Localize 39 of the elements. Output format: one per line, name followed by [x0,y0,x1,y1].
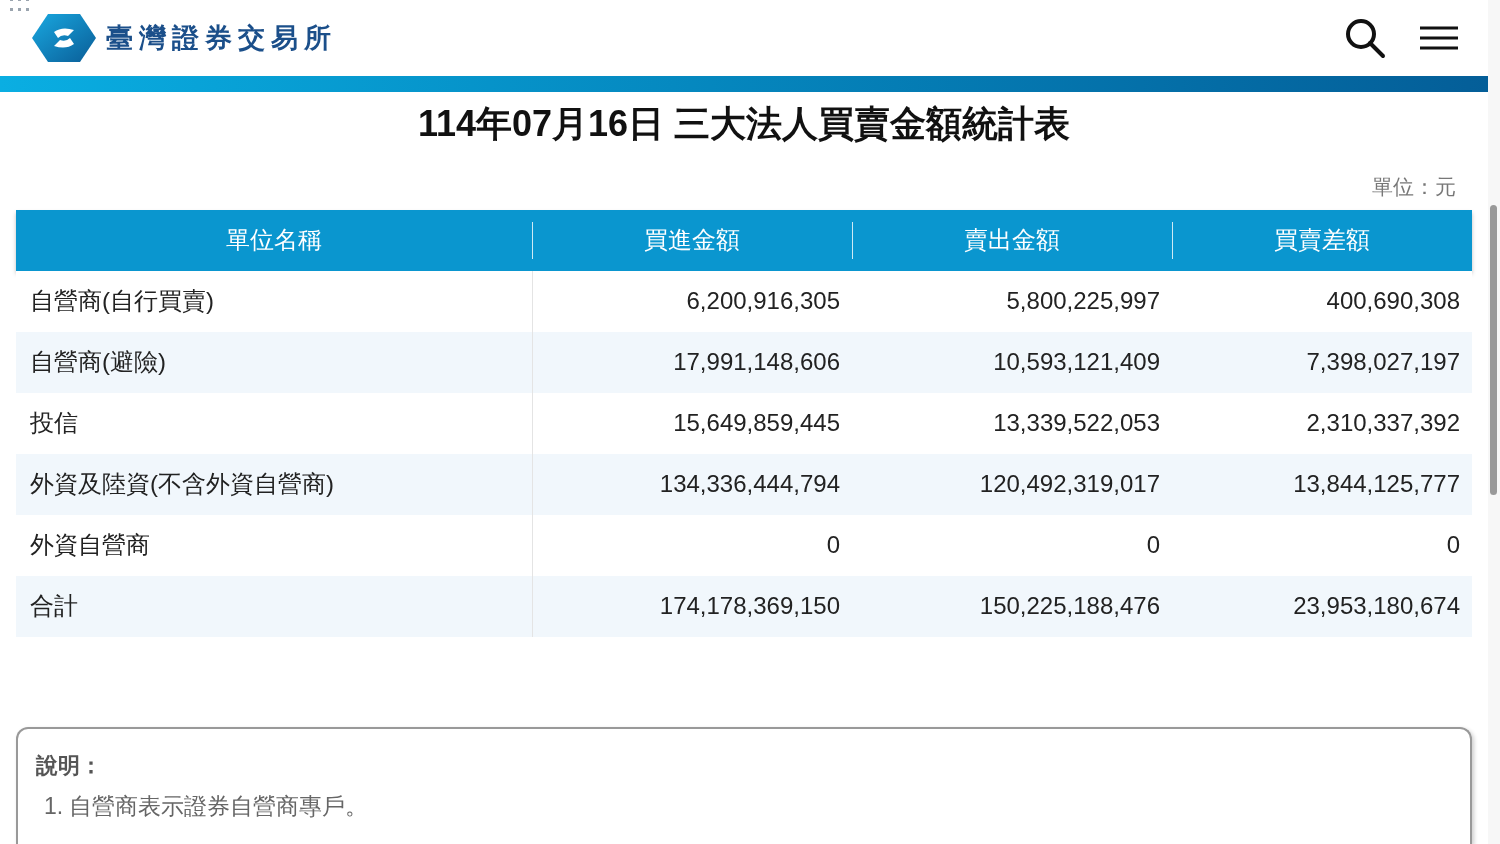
table-cell: 174,178,369,150 [532,575,852,637]
table-cell: 7,398,027,197 [1172,331,1472,393]
column-header: 單位名稱 [16,209,532,271]
table-cell: 120,492,319,017 [852,453,1172,515]
note-text: 自營商表示證券自營商專戶。 [69,791,369,821]
notes-title: 說明： [36,751,103,780]
table-cell: 0 [1172,514,1472,576]
table-cell: 外資自營商 [16,514,532,576]
scrollbar[interactable] [1488,0,1500,844]
page-title: 114年07月16日 三大法人買賣金額統計表 [416,101,1072,146]
table-cell: 15,649,859,445 [532,392,852,454]
logo-icon [32,13,96,62]
dots-icon [10,0,32,12]
table-cell: 外資及陸資(不含外資自營商) [16,453,532,515]
table-cell: 合計 [16,575,532,637]
table-cell: 2,310,337,392 [1172,392,1472,454]
column-header: 買賣差額 [1172,209,1472,271]
table-cell: 0 [532,514,852,576]
table-cell: 10,593,121,409 [852,331,1172,393]
table-cell: 13,339,522,053 [852,392,1172,454]
brand-name: 臺灣證券交易所 [106,21,337,55]
column-header: 買進金額 [532,209,852,271]
table-cell: 150,225,188,476 [852,575,1172,637]
table-cell: 投信 [16,392,532,454]
table-cell: 0 [852,514,1172,576]
table-cell: 13,844,125,777 [1172,453,1472,515]
table-cell: 6,200,916,305 [532,270,852,332]
note-number: 1. [44,791,64,821]
column-header: 賣出金額 [852,209,1172,271]
table-cell: 5,800,225,997 [852,270,1172,332]
table-cell: 23,953,180,674 [1172,575,1472,637]
unit-label: 單位：元 [1372,173,1456,200]
menu-icon[interactable] [1420,25,1458,50]
table-cell: 400,690,308 [1172,270,1472,332]
search-icon[interactable] [1344,16,1386,59]
table-cell: 134,336,444,794 [532,453,852,515]
table-cell: 自營商(避險) [16,331,532,393]
table-cell: 17,991,148,606 [532,331,852,393]
table-cell: 自營商(自行買賣) [16,270,532,332]
